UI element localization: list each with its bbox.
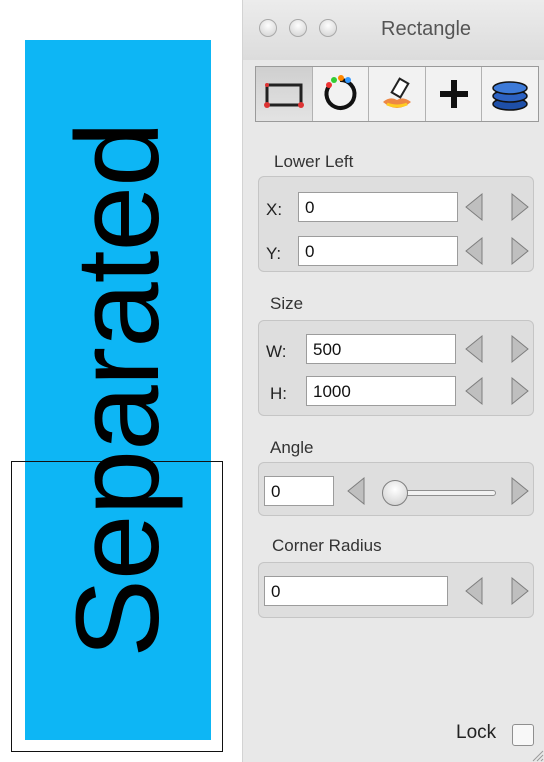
right-arrow-icon [511, 376, 529, 406]
width-decrement-button[interactable] [464, 334, 484, 364]
left-arrow-icon [465, 576, 483, 606]
lock-label: Lock [456, 722, 497, 743]
angle-increment-button[interactable] [510, 476, 530, 506]
size-label: Size [270, 294, 304, 313]
layers-tab[interactable] [482, 67, 538, 121]
window-title: Rectangle [381, 18, 472, 40]
x-decrement-button[interactable] [464, 192, 484, 222]
paint-bucket-icon [382, 77, 411, 108]
left-arrow-icon [465, 192, 483, 222]
resize-grip-icon[interactable] [530, 748, 544, 762]
left-arrow-icon [465, 376, 483, 406]
y-label: Y: [266, 244, 282, 263]
rectangle-geometry-icon [263, 83, 304, 108]
width-field[interactable]: 500 [306, 334, 456, 364]
close-icon[interactable] [259, 19, 277, 37]
corner-radius-label: Corner Radius [272, 536, 382, 555]
height-increment-button[interactable] [510, 376, 530, 406]
fill-tab[interactable] [369, 67, 426, 121]
minimize-icon[interactable] [289, 19, 307, 37]
rectangle-geometry-tab[interactable] [256, 67, 313, 121]
y-increment-button[interactable] [510, 236, 530, 266]
crosshair-plus-icon [439, 80, 468, 108]
width-increment-button[interactable] [510, 334, 530, 364]
right-arrow-icon [511, 334, 529, 364]
right-arrow-icon [511, 576, 529, 606]
corner-radius-field[interactable]: 0 [264, 576, 448, 606]
left-arrow-icon [465, 334, 483, 364]
layers-stack-icon [492, 81, 528, 111]
angle-field[interactable]: 0 [264, 476, 334, 506]
right-arrow-icon [511, 192, 529, 222]
angle-decrement-button[interactable] [346, 476, 366, 506]
height-field[interactable]: 1000 [306, 376, 456, 406]
y-decrement-button[interactable] [464, 236, 484, 266]
h-label: H: [270, 384, 287, 403]
transform-tab[interactable] [426, 67, 483, 121]
x-increment-button[interactable] [510, 192, 530, 222]
right-arrow-icon [511, 476, 529, 506]
right-arrow-icon [511, 236, 529, 266]
corner-radius-increment-button[interactable] [510, 576, 530, 606]
title-bar: Rectangle [243, 0, 544, 60]
angle-label: Angle [270, 438, 314, 457]
rotated-text-label[interactable]: Separated [52, 122, 184, 658]
left-arrow-icon [347, 476, 365, 506]
color-tab[interactable] [313, 67, 370, 121]
w-label: W: [266, 342, 287, 361]
zoom-icon[interactable] [319, 19, 337, 37]
height-decrement-button[interactable] [464, 376, 484, 406]
angle-slider-knob[interactable] [382, 480, 408, 506]
lock-checkbox[interactable] [512, 724, 534, 746]
color-wheel-icon [324, 75, 357, 110]
left-arrow-icon [465, 236, 483, 266]
corner-radius-decrement-button[interactable] [464, 576, 484, 606]
x-label: X: [266, 200, 283, 219]
lower-left-label: Lower Left [274, 152, 354, 171]
inspector-toolbar [255, 66, 539, 122]
y-field[interactable]: 0 [298, 236, 458, 266]
x-field[interactable]: 0 [298, 192, 458, 222]
